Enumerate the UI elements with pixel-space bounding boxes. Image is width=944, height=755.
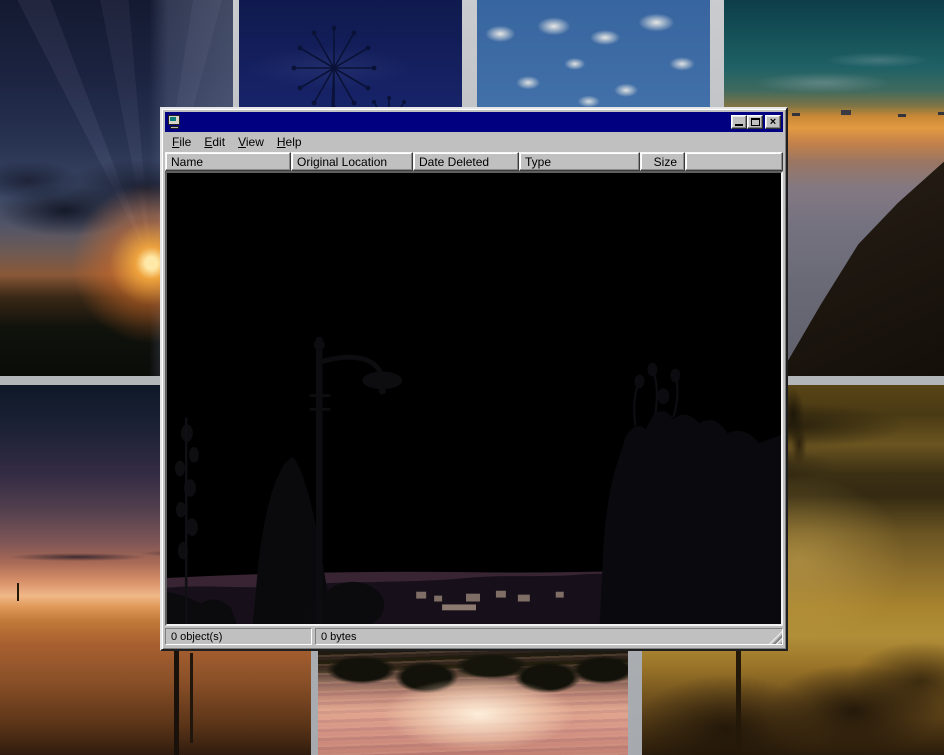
water-pole (190, 653, 193, 743)
column-header-name[interactable]: Name (165, 152, 291, 171)
file-list-area[interactable] (165, 171, 783, 626)
close-icon: × (770, 117, 776, 127)
title-bar[interactable]: × (165, 112, 783, 132)
minimize-icon (735, 124, 743, 126)
column-header-size[interactable]: Size (640, 152, 685, 171)
column-header-original-location[interactable]: Original Location (291, 152, 413, 171)
sunset-lamp-photo (167, 173, 781, 624)
status-size: 0 bytes (315, 628, 783, 645)
photo-silhouettes (167, 173, 781, 624)
maximize-button[interactable] (747, 115, 763, 129)
status-object-count: 0 object(s) (165, 628, 312, 645)
menu-edit[interactable]: Edit (198, 133, 232, 152)
menu-bar: File Edit View Help (165, 132, 783, 152)
menu-file[interactable]: File (166, 133, 198, 152)
resize-grip[interactable] (769, 631, 782, 644)
computer-icon (167, 115, 183, 130)
recycle-bin-window: × File Edit View Help Name Original Loca… (160, 107, 788, 651)
water-pole (17, 583, 19, 601)
water-pole (174, 648, 179, 755)
status-bar: 0 object(s) 0 bytes (165, 626, 783, 646)
column-header-filler (685, 152, 783, 171)
column-header-row: Name Original Location Date Deleted Type… (165, 152, 783, 171)
close-button[interactable]: × (765, 115, 781, 129)
maximize-icon (751, 118, 760, 126)
menu-help[interactable]: Help (271, 133, 309, 152)
menu-view[interactable]: View (232, 133, 271, 152)
column-header-type[interactable]: Type (519, 152, 640, 171)
desktop-background: × File Edit View Help Name Original Loca… (0, 0, 944, 755)
column-header-date-deleted[interactable]: Date Deleted (413, 152, 519, 171)
minimize-button[interactable] (731, 115, 747, 129)
